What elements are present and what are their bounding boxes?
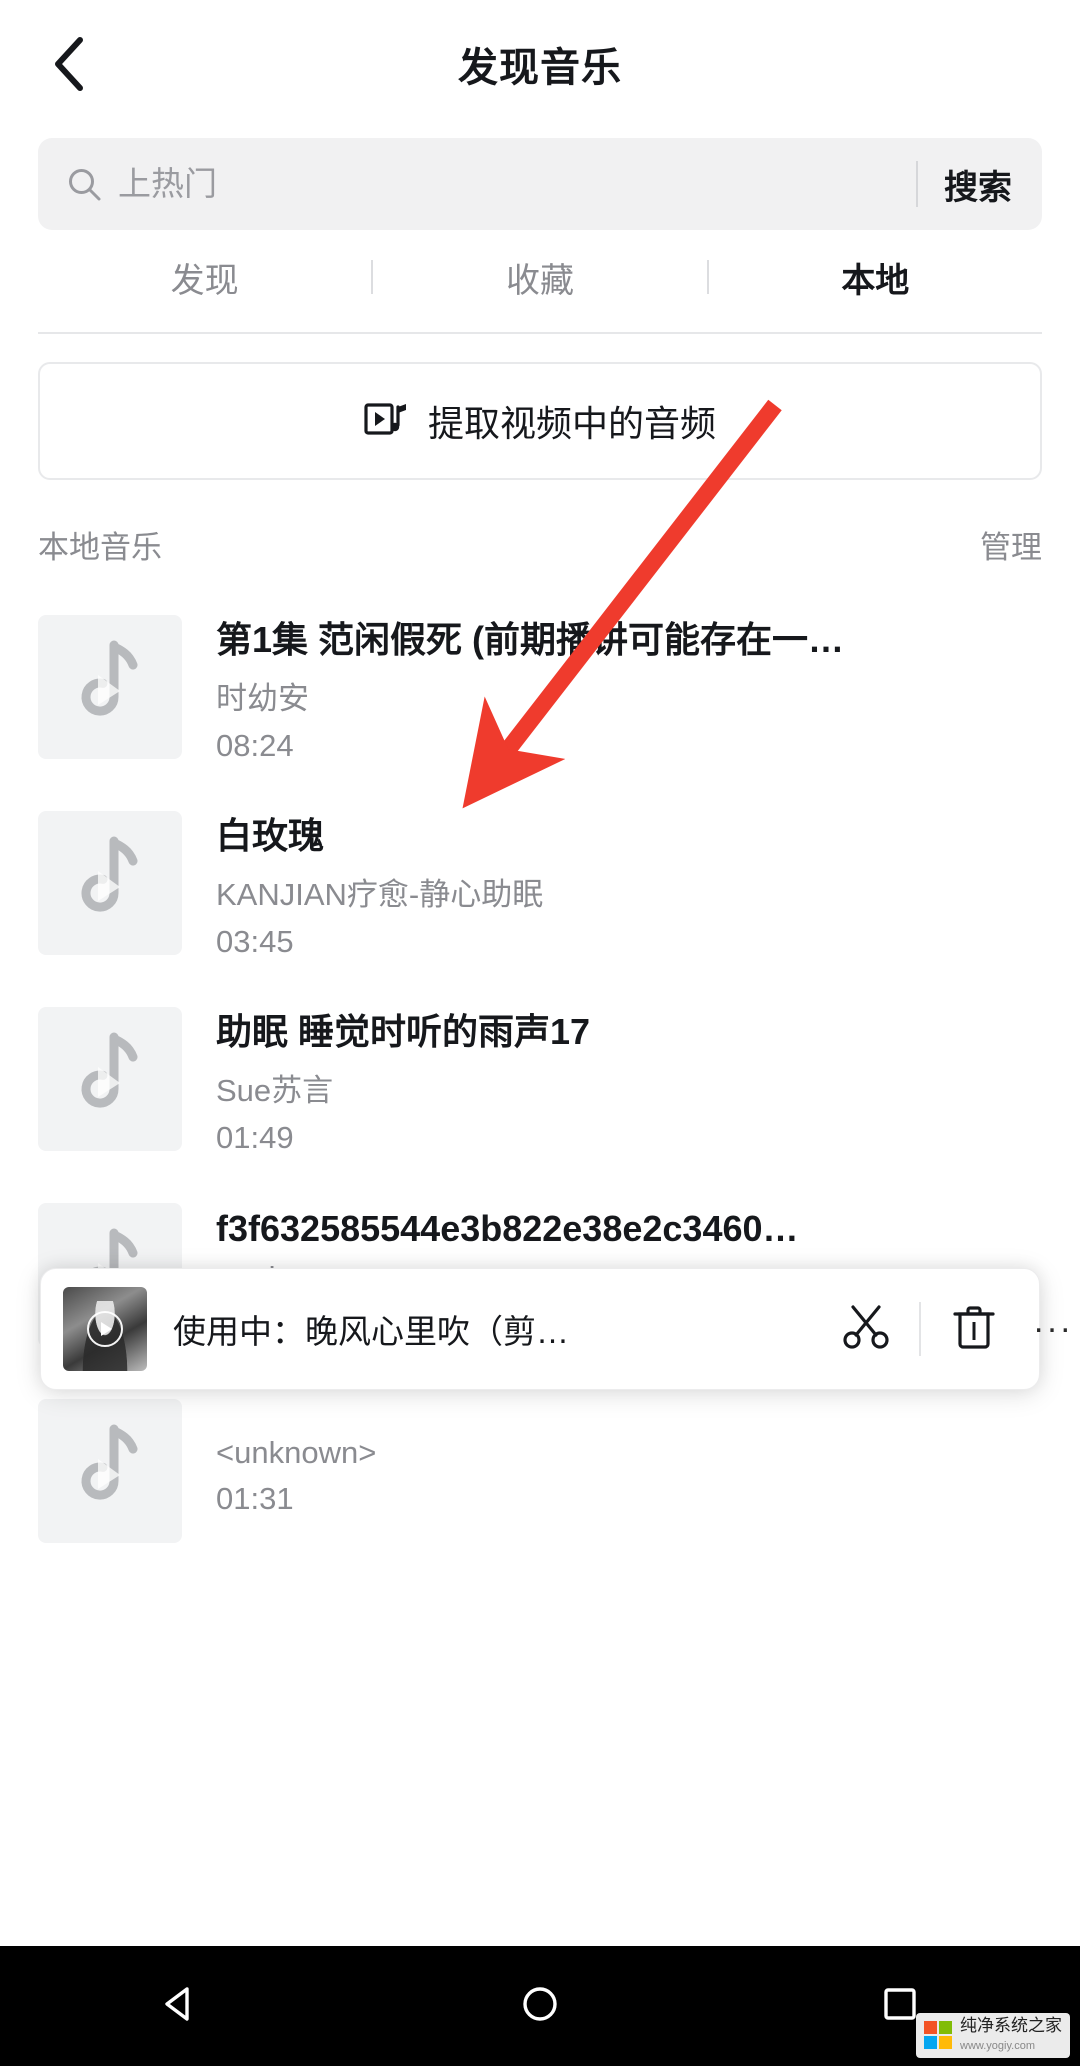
nav-back-button[interactable]	[120, 1946, 240, 2066]
song-title: 白玫瑰	[216, 814, 325, 856]
search-bar[interactable]: 搜索	[38, 138, 1042, 230]
song-thumbnail	[38, 1399, 182, 1543]
cut-audio-button[interactable]	[823, 1302, 909, 1357]
song-duration: 03:45	[216, 923, 294, 959]
song-info: <unknown> 01:31	[216, 1425, 1042, 1517]
nav-home-button[interactable]	[480, 1946, 600, 2066]
now-playing-label: 使用中：晚风心里吹（剪…	[173, 1313, 569, 1350]
tab-bar: 发现 收藏 本地	[38, 230, 1042, 324]
player-divider	[919, 1302, 921, 1356]
search-button[interactable]: 搜索	[940, 160, 1016, 209]
table-row[interactable]: <unknown> 01:31	[0, 1373, 1080, 1569]
tab-local[interactable]: 本地	[709, 253, 1042, 302]
circle-home-icon	[519, 1983, 561, 2030]
table-row[interactable]: 助眠 睡觉时听的雨声17 Sue苏言 01:49	[0, 981, 1080, 1177]
play-icon[interactable]	[87, 1311, 123, 1347]
local-music-list: 第1集 范闲假死 (前期播讲可能存在一… 时幼安 08:24 白玫瑰 KANJI…	[0, 589, 1080, 1569]
back-button[interactable]	[34, 28, 106, 100]
ellipsis-icon[interactable]: ···	[1033, 1310, 1073, 1349]
app-root: 发现音乐 搜索 发现 收藏 本地	[0, 0, 1080, 2066]
song-thumbnail	[38, 615, 182, 759]
watermark-name: 纯净系统之家	[960, 2015, 1062, 2035]
music-note-icon	[68, 1423, 152, 1520]
trash-icon	[950, 1302, 998, 1357]
extract-audio-label: 提取视频中的音频	[427, 403, 716, 444]
app-header: 发现音乐	[0, 0, 1080, 128]
table-row[interactable]: 白玫瑰 KANJIAN疗愈-静心助眠 03:45	[0, 785, 1080, 981]
search-divider	[916, 161, 918, 207]
watermark: 纯净系统之家 www.yogiy.com	[916, 2012, 1070, 2058]
search-icon	[66, 166, 102, 202]
video-music-icon	[364, 399, 408, 444]
song-title: 助眠 睡觉时听的雨声17	[216, 1010, 591, 1052]
song-artist: KANJIAN疗愈-静心助眠	[216, 876, 544, 912]
table-row[interactable]: 第1集 范闲假死 (前期播讲可能存在一… 时幼安 08:24	[0, 589, 1080, 785]
chevron-left-icon	[48, 34, 92, 94]
song-info: 助眠 睡觉时听的雨声17 Sue苏言 01:49	[216, 1003, 1042, 1156]
scissors-icon	[841, 1302, 891, 1357]
song-duration: 08:24	[216, 727, 294, 763]
song-thumbnail	[38, 1007, 182, 1151]
search-input[interactable]	[118, 165, 906, 203]
manage-button[interactable]: 管理	[980, 522, 1042, 567]
music-note-icon	[68, 639, 152, 736]
now-playing-thumbnail[interactable]	[63, 1287, 147, 1371]
tab-favorites[interactable]: 收藏	[373, 253, 706, 302]
extract-audio-button[interactable]: 提取视频中的音频	[38, 362, 1042, 480]
song-duration: 01:31	[216, 1481, 294, 1516]
square-recents-icon	[879, 1983, 921, 2030]
section-header: 本地音乐 管理	[38, 522, 1042, 567]
tab-discover[interactable]: 发现	[38, 253, 371, 302]
section-title: 本地音乐	[38, 530, 162, 565]
song-title: f3f632585544e3b822e38e2c3460…	[216, 1208, 799, 1249]
watermark-url: www.yogiy.com	[960, 2040, 1035, 2053]
windows-logo-icon	[924, 2021, 952, 2050]
song-info: 白玫瑰 KANJIAN疗愈-静心助眠 03:45	[216, 807, 1042, 960]
triangle-back-icon	[159, 1983, 201, 2030]
now-playing-bar[interactable]: 使用中：晚风心里吹（剪… ···	[40, 1268, 1071, 1390]
page-title: 发现音乐	[458, 46, 622, 90]
delete-audio-button[interactable]	[931, 1302, 1017, 1357]
song-thumbnail	[38, 811, 182, 955]
song-duration: 01:49	[216, 1119, 294, 1155]
song-title: 第1集 范闲假死 (前期播讲可能存在一…	[216, 618, 845, 660]
song-artist: <unknown>	[216, 1435, 377, 1470]
tab-underline	[38, 332, 1042, 334]
music-note-icon	[68, 835, 152, 932]
song-info: 第1集 范闲假死 (前期播讲可能存在一… 时幼安 08:24	[216, 611, 1042, 764]
music-note-icon	[68, 1031, 152, 1128]
song-artist: Sue苏言	[216, 1072, 334, 1108]
song-artist: 时幼安	[216, 680, 309, 716]
